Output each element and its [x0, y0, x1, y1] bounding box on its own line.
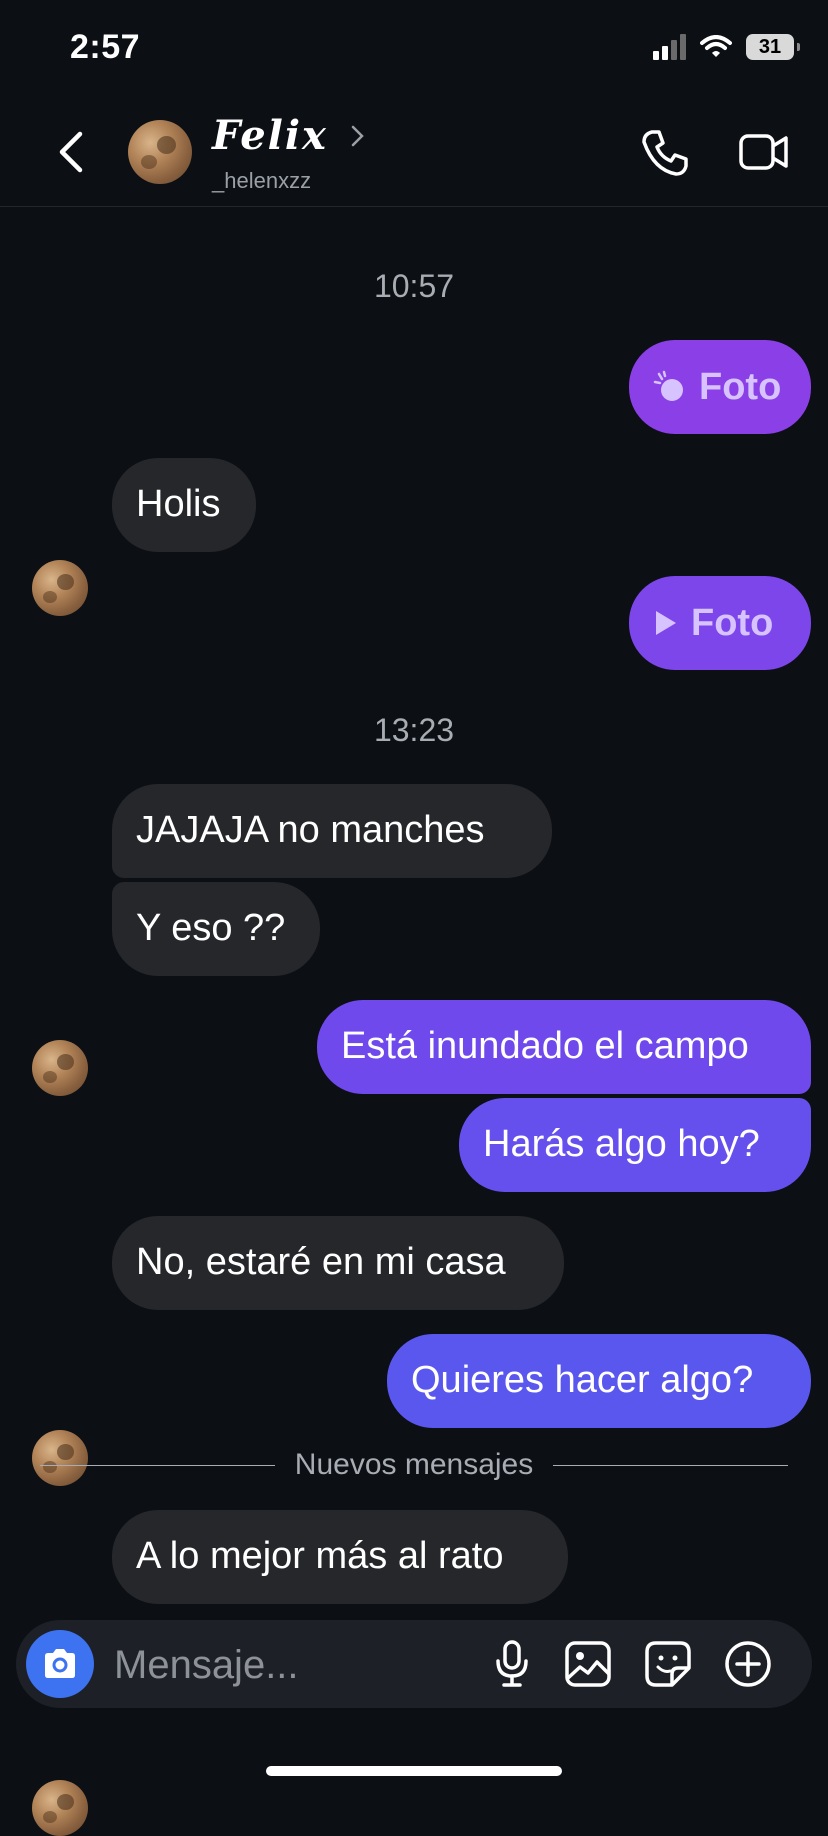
sticker-icon [645, 1641, 691, 1687]
outgoing-message-bubble[interactable]: Harás algo hoy? [459, 1098, 811, 1192]
microphone-button[interactable] [484, 1636, 540, 1692]
sender-avatar[interactable] [32, 560, 88, 616]
message-text: Y eso ?? [136, 907, 286, 949]
gallery-icon [565, 1641, 611, 1687]
photo-message-bubble[interactable]: Foto [629, 576, 811, 670]
new-messages-divider: Nuevos mensajes [40, 1448, 789, 1482]
message-text: Foto [691, 602, 774, 644]
phone-icon[interactable] [640, 128, 690, 178]
divider-label: Nuevos mensajes [294, 1448, 534, 1481]
add-button[interactable] [720, 1636, 776, 1692]
message-text: JAJAJA no manches [136, 809, 485, 851]
status-time: 2:57 [70, 28, 141, 66]
battery-icon: 31 [746, 34, 800, 60]
back-button[interactable] [54, 130, 86, 174]
gallery-button[interactable] [560, 1636, 616, 1692]
message-text: Está inundado el campo [341, 1025, 749, 1067]
play-icon [656, 611, 676, 635]
camera-button[interactable] [26, 1630, 94, 1698]
message-text: No, estaré en mi casa [136, 1241, 506, 1283]
chat-header [0, 100, 828, 207]
incoming-message-bubble[interactable]: No, estaré en mi casa [112, 1216, 564, 1310]
incoming-message-bubble[interactable]: A lo mejor más al rato [112, 1510, 568, 1604]
contact-username[interactable]: _helenxzz [212, 168, 311, 194]
divider-line [553, 1464, 789, 1466]
video-camera-icon[interactable] [738, 130, 790, 174]
outgoing-message-bubble[interactable]: Quieres hacer algo? [387, 1334, 811, 1428]
outgoing-message-bubble[interactable]: Está inundado el campo [317, 1000, 811, 1094]
signal-icon [653, 34, 686, 60]
message-input[interactable] [112, 1632, 476, 1698]
view-once-icon [653, 370, 683, 401]
timestamp: 10:57 [373, 268, 455, 304]
microphone-icon [496, 1640, 528, 1687]
incoming-message-bubble[interactable]: Y eso ?? [112, 882, 320, 976]
divider-line [40, 1464, 275, 1466]
message-text: Quieres hacer algo? [411, 1359, 754, 1401]
sender-avatar[interactable] [32, 1040, 88, 1096]
message-text: Foto [699, 366, 782, 408]
contact-avatar[interactable] [128, 120, 192, 184]
camera-icon [45, 1649, 75, 1678]
message-text: Harás algo hoy? [483, 1123, 760, 1165]
message-text: A lo mejor más al rato [136, 1535, 504, 1577]
status-icons: 31 [653, 34, 800, 60]
message-text: Holis [136, 483, 221, 525]
wifi-icon [700, 35, 732, 57]
chevron-right-icon[interactable] [350, 124, 366, 148]
sticker-button[interactable] [640, 1636, 696, 1692]
photo-message-bubble[interactable]: Foto [629, 340, 811, 434]
sender-avatar[interactable] [32, 1780, 88, 1836]
add-icon [725, 1641, 771, 1687]
incoming-message-bubble[interactable]: JAJAJA no manches [112, 784, 552, 878]
timestamp: 13:23 [373, 712, 455, 748]
home-indicator[interactable] [266, 1766, 562, 1776]
incoming-message-bubble[interactable]: Holis [112, 458, 256, 552]
contact-name[interactable]: Felix [212, 112, 328, 159]
